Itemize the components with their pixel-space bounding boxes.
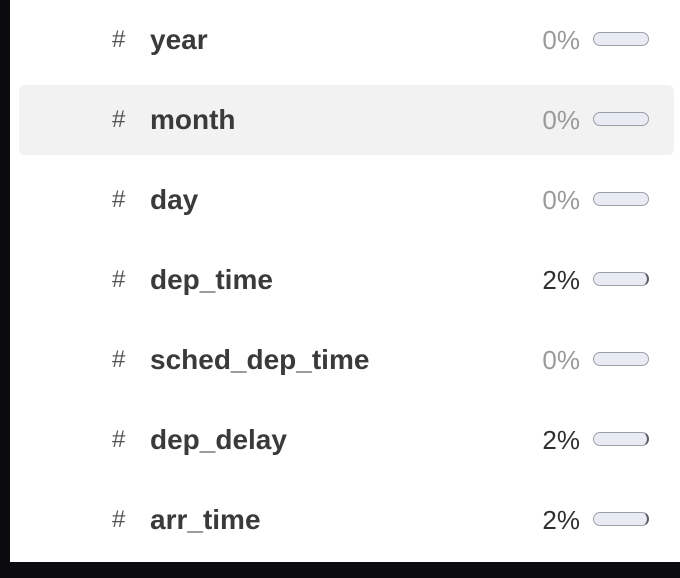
missing-bar-fill bbox=[594, 433, 596, 445]
column-name: year bbox=[150, 24, 208, 55]
missing-percent: 0% bbox=[542, 345, 580, 375]
missing-percent: 2% bbox=[542, 425, 580, 455]
missing-bar-fill bbox=[594, 273, 596, 285]
missing-bar-fill bbox=[594, 513, 596, 525]
numeric-type-icon: # bbox=[112, 106, 126, 133]
numeric-type-icon: # bbox=[112, 266, 126, 293]
column-row-sched-dep-time[interactable]: # sched_dep_time 0% bbox=[19, 325, 674, 395]
window-bottom-edge bbox=[0, 562, 680, 578]
missing-bar bbox=[593, 432, 649, 446]
missing-bar bbox=[593, 112, 649, 126]
missing-bar bbox=[593, 192, 649, 206]
missing-percent: 0% bbox=[542, 25, 580, 55]
column-name: dep_time bbox=[150, 264, 273, 295]
missing-bar bbox=[593, 512, 649, 526]
missing-bar bbox=[593, 272, 649, 286]
numeric-type-icon: # bbox=[112, 346, 126, 373]
missing-percent: 2% bbox=[542, 505, 580, 535]
column-row-dep-time[interactable]: # dep_time 2% bbox=[19, 245, 674, 315]
column-name: sched_dep_time bbox=[150, 344, 370, 375]
numeric-type-icon: # bbox=[112, 26, 126, 53]
column-row-year[interactable]: # year 0% bbox=[19, 5, 674, 75]
column-name: dep_delay bbox=[150, 424, 287, 455]
missing-percent: 0% bbox=[542, 185, 580, 215]
numeric-type-icon: # bbox=[112, 186, 126, 213]
column-row-month[interactable]: # month 0% bbox=[19, 85, 674, 155]
column-list-panel: # year 0% # month 0% # day 0% # dep_time… bbox=[10, 0, 680, 562]
column-name: arr_time bbox=[150, 504, 261, 535]
missing-bar bbox=[593, 352, 649, 366]
column-row-day[interactable]: # day 0% bbox=[19, 165, 674, 235]
window-edge bbox=[0, 0, 10, 578]
column-name: month bbox=[150, 104, 236, 135]
missing-bar bbox=[593, 32, 649, 46]
numeric-type-icon: # bbox=[112, 426, 126, 453]
missing-percent: 2% bbox=[542, 265, 580, 295]
missing-percent: 0% bbox=[542, 105, 580, 135]
column-row-dep-delay[interactable]: # dep_delay 2% bbox=[19, 405, 674, 475]
column-row-arr-time[interactable]: # arr_time 2% bbox=[19, 485, 674, 555]
column-name: day bbox=[150, 184, 199, 215]
numeric-type-icon: # bbox=[112, 506, 126, 533]
